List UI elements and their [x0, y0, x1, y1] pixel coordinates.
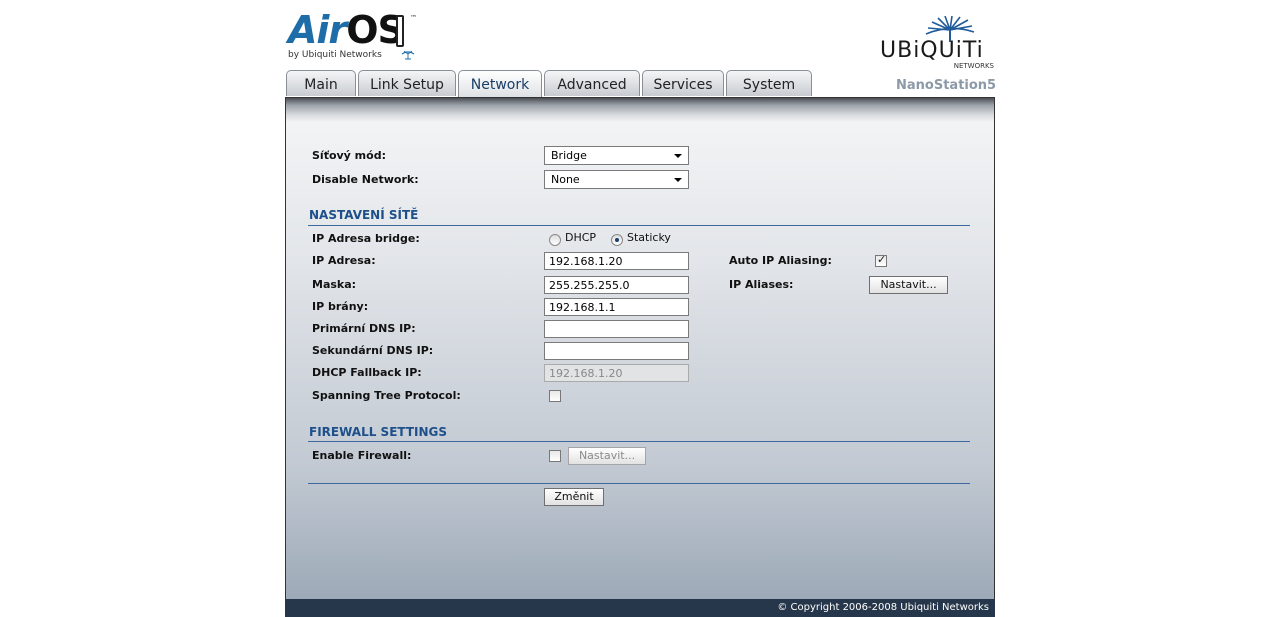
ip-bridge-label: IP Adresa bridge: [312, 232, 420, 245]
airos-signal-bar-icon [396, 15, 404, 47]
ubiquiti-logo: UBiQUiTi NETWORKS [880, 16, 996, 70]
tab-link-setup[interactable]: Link Setup [358, 70, 456, 96]
network-mode-select[interactable]: Bridge [544, 146, 689, 165]
primary-dns-input[interactable] [544, 320, 689, 338]
netmask-input[interactable] [544, 276, 689, 294]
netmask-label: Maska: [312, 278, 357, 291]
disable-network-value: None [551, 173, 580, 186]
panel-header-bar [286, 98, 994, 122]
ip-address-input[interactable] [544, 252, 689, 270]
ip-address-label: IP Adresa: [312, 254, 376, 267]
chevron-down-icon [674, 178, 682, 182]
secondary-dns-input[interactable] [544, 342, 689, 360]
ubiquiti-wordmark: UBiQUiTi [880, 38, 984, 63]
airos-trademark: ™ [410, 14, 417, 22]
disable-network-select[interactable]: None [544, 170, 689, 189]
apply-button[interactable]: Změnit [544, 488, 604, 506]
section-divider [308, 225, 970, 226]
network-mode-value: Bridge [551, 149, 587, 162]
spanning-tree-checkbox[interactable] [549, 390, 561, 402]
checkmark-icon: ✓ [877, 253, 887, 266]
tab-system[interactable]: System [726, 70, 812, 96]
airos-byline: by Ubiquiti Networks [288, 50, 382, 60]
firewall-settings-title: FIREWALL SETTINGS [309, 425, 448, 439]
airos-air-text: Air [288, 8, 347, 52]
firewall-configure-button: Nastavit... [568, 447, 646, 465]
tab-main[interactable]: Main [286, 70, 356, 96]
enable-firewall-checkbox[interactable] [549, 450, 561, 462]
static-radio-label: Staticky [627, 231, 671, 244]
dhcp-fallback-label: DHCP Fallback IP: [312, 366, 422, 379]
gateway-label: IP brány: [312, 300, 369, 313]
airos-logo: AirOS ™ by Ubiquiti Networks [288, 10, 428, 66]
airos-wordmark: AirOS [288, 8, 405, 52]
network-settings-title: NASTAVENÍ SÍTĚ [309, 208, 419, 222]
dhcp-radio[interactable] [549, 234, 561, 246]
primary-dns-label: Primární DNS IP: [312, 322, 416, 335]
network-mode-label: Síťový mód: [312, 149, 386, 162]
tab-services[interactable]: Services [642, 70, 724, 96]
device-name: NanoStation5 [896, 78, 997, 93]
ubiquiti-mini-dish-icon [401, 50, 415, 60]
ubiquiti-networks-text: NETWORKS [953, 62, 994, 70]
ip-aliases-configure-button[interactable]: Nastavit... [869, 276, 948, 294]
tab-advanced[interactable]: Advanced [544, 70, 640, 96]
spanning-tree-label: Spanning Tree Protocol: [312, 389, 461, 402]
dhcp-fallback-input [544, 364, 689, 382]
section-divider [308, 483, 970, 484]
static-radio[interactable] [611, 234, 623, 246]
footer-copyright: © Copyright 2006-2008 Ubiquiti Networks [285, 599, 995, 617]
disable-network-label: Disable Network: [312, 173, 419, 186]
gateway-input[interactable] [544, 298, 689, 316]
auto-ip-aliasing-label: Auto IP Aliasing: [729, 254, 832, 267]
enable-firewall-label: Enable Firewall: [312, 449, 412, 462]
auto-ip-aliasing-checkbox[interactable]: ✓ [875, 253, 887, 267]
tab-network[interactable]: Network [458, 70, 542, 98]
section-divider [308, 441, 970, 442]
dhcp-radio-label: DHCP [565, 231, 597, 244]
secondary-dns-label: Sekundární DNS IP: [312, 344, 434, 357]
chevron-down-icon [674, 154, 682, 158]
ip-aliases-label: IP Aliases: [729, 278, 794, 291]
